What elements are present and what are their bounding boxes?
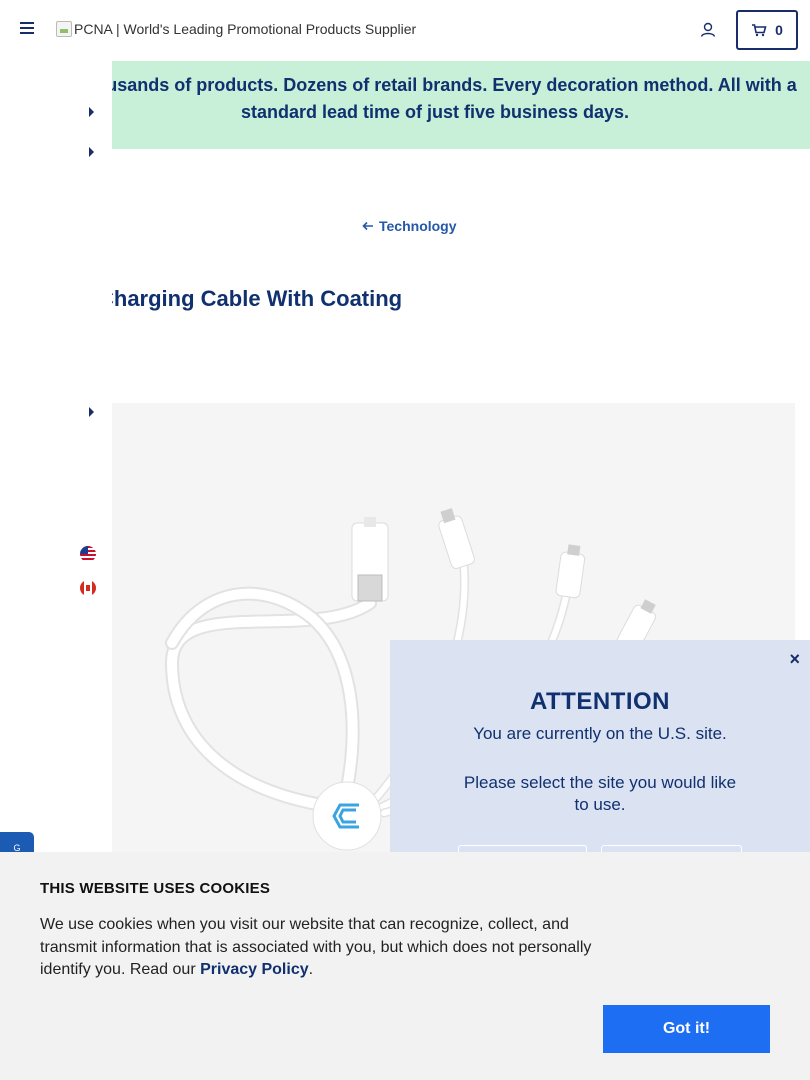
cookie-banner: THIS WEBSITE USES COOKIES We use cookies…	[0, 852, 810, 1080]
country-select-modal: × ATTENTION You are currently on the U.S…	[390, 640, 810, 875]
cookie-title: THIS WEBSITE USES COOKIES	[40, 880, 271, 897]
accept-cookies-button[interactable]: Got it!	[603, 1005, 770, 1053]
account-icon[interactable]	[698, 20, 718, 40]
modal-instruction-text: Please select the site you would like to…	[463, 773, 737, 814]
close-icon[interactable]: ×	[789, 649, 800, 670]
broken-image-icon	[56, 21, 72, 37]
cart-button[interactable]: 0	[736, 10, 798, 50]
cart-count: 0	[775, 22, 783, 38]
promo-text: Thousands of products. Dozens of retail …	[73, 75, 797, 122]
arrow-left-icon	[362, 221, 373, 231]
us-flag-icon[interactable]	[80, 546, 96, 562]
cookie-text: We use cookies when you visit our websit…	[40, 914, 615, 982]
site-header: PCNA | World's Leading Promotional Produ…	[0, 0, 810, 61]
canada-flag-icon[interactable]	[80, 580, 96, 596]
back-link-label: Technology	[379, 218, 457, 234]
side-menu-panel	[0, 61, 112, 852]
modal-title: ATTENTION	[529, 688, 671, 715]
caret-right-icon[interactable]	[89, 147, 94, 157]
cookie-end: .	[308, 961, 314, 978]
promo-banner: Thousands of products. Dozens of retail …	[0, 61, 810, 149]
logo-alt-text: PCNA | World's Leading Promotional Produ…	[74, 21, 417, 37]
modal-current-site-text: You are currently on the U.S. site.	[473, 724, 727, 743]
product-title: Charging Cable With Coating	[98, 286, 403, 311]
privacy-policy-link[interactable]: Privacy Policy	[200, 961, 309, 978]
menu-icon[interactable]	[20, 22, 36, 38]
site-logo[interactable]: PCNA | World's Leading Promotional Produ…	[56, 21, 416, 37]
back-to-category-link[interactable]: Technology	[362, 218, 457, 234]
cookie-body: We use cookies when you visit our websit…	[40, 916, 592, 978]
caret-right-icon[interactable]	[89, 107, 94, 117]
cart-icon	[752, 24, 767, 37]
caret-right-icon[interactable]	[89, 407, 94, 417]
